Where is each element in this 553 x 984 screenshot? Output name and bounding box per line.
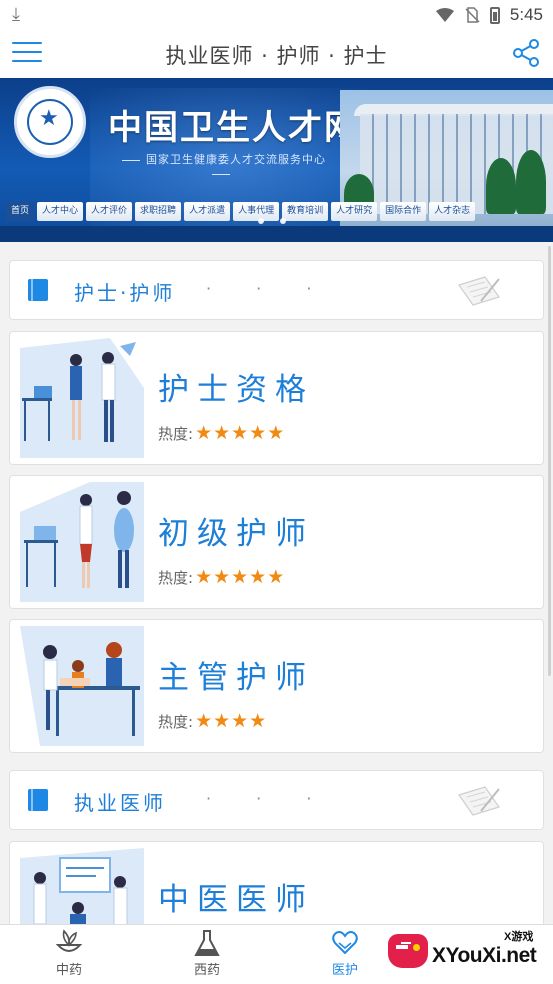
banner-tab[interactable]: 人才评价 (86, 202, 133, 221)
nav-label: 医护 (331, 963, 358, 978)
card-title: 主管护师 (158, 660, 314, 696)
nav-item-herbal[interactable]: 中药 (39, 929, 99, 981)
nav-item-western-medicine[interactable]: 西药 (177, 929, 237, 981)
section-dots: · · · (206, 789, 332, 808)
download-icon: ⤓ (12, 4, 20, 25)
course-card[interactable]: 主管护师 热度: ★★★★ (9, 619, 544, 753)
battery-icon (489, 6, 500, 24)
nav-item-nursing[interactable]: 医护 (315, 929, 375, 981)
watermark-logo: XYouXi.net X游戏 (380, 924, 553, 984)
banner-tab[interactable]: 教育培训 (282, 202, 329, 221)
section-title: 护士·护师 (74, 281, 176, 305)
section-dots: · · · (206, 279, 332, 298)
star-rating-icons: ★★★★★ (195, 566, 286, 588)
status-bar: ⤓ 5:45 (0, 0, 553, 30)
share-icon[interactable] (511, 38, 541, 68)
heart-hands-icon (332, 931, 358, 955)
star-rating-icons: ★★★★★ (195, 422, 286, 444)
scrollbar[interactable] (548, 246, 551, 676)
gamepad-icon (388, 934, 428, 968)
watermark-tag: X游戏 (504, 931, 534, 943)
heat-rating: 热度: ★★★★★ (158, 422, 285, 444)
page-title: 执业医师 · 护师 · 护士 (165, 44, 388, 68)
banner-site-subtitle: 国家卫生健康委人才交流服务中心 (108, 151, 334, 180)
card-title: 护士资格 (158, 372, 314, 408)
watermark-brand: XYouXi.net (432, 944, 537, 967)
banner-tab[interactable]: 人才研究 (331, 202, 378, 221)
carousel-dot[interactable] (258, 218, 264, 224)
nav-label: 中药 (55, 963, 82, 978)
herb-icon (55, 929, 83, 952)
heat-rating: 热度: ★★★★ (158, 710, 267, 732)
card-title: 中医医师 (158, 882, 314, 918)
banner-tab[interactable]: 国际合作 (380, 202, 427, 221)
course-card[interactable]: 护士资格 热度: ★★★★★ (9, 331, 544, 465)
no-sim-icon (465, 7, 480, 23)
heat-label: 热度: (158, 424, 194, 443)
banner-tab[interactable]: 人才中心 (37, 202, 84, 221)
wifi-icon (435, 8, 454, 22)
banner-carousel[interactable]: ★ 中国卫生人才网 国家卫生健康委人才交流服务中心 首页 人才中心 人才评价 求… (0, 78, 553, 242)
nurses-desk-illustration (20, 626, 144, 746)
section-title: 执业医师 (74, 791, 166, 815)
card-title: 初级护师 (158, 516, 314, 552)
banner-footer-band (0, 226, 553, 242)
carousel-indicator (258, 218, 286, 224)
status-time: 5:45 (509, 5, 543, 24)
banner-tab[interactable]: 求职招聘 (135, 202, 182, 221)
emblem-logo: ★ (14, 86, 86, 158)
heat-label: 热度: (158, 568, 194, 587)
flask-icon (194, 930, 220, 956)
paper-pen-icon (458, 786, 500, 816)
carousel-dot[interactable] (280, 218, 286, 224)
status-icons: 5:45 (435, 4, 543, 26)
course-card[interactable]: 初级护师 热度: ★★★★★ (9, 475, 544, 609)
paper-pen-icon (458, 276, 500, 306)
section-header-physician[interactable]: 执业医师 · · · (9, 770, 544, 830)
nav-label: 西药 (193, 963, 220, 978)
section-header-nurse[interactable]: 护士·护师 · · · (9, 260, 544, 320)
banner-tab[interactable]: 人才杂志 (429, 202, 476, 221)
app-bar: 执业医师 · 护师 · 护士 (0, 30, 553, 78)
heat-rating: 热度: ★★★★★ (158, 566, 285, 588)
banner-site-title: 中国卫生人才网 (108, 108, 360, 148)
heat-label: 热度: (158, 712, 194, 731)
star-rating-icons: ★★★★ (195, 710, 268, 732)
banner-tab[interactable]: 首页 (6, 202, 35, 221)
app-screen: ⤓ 5:45 执业医师 · 护师 · 护士 ★ 中国卫生人才网 国家卫生健康委人… (0, 0, 553, 984)
banner-tab[interactable]: 人才派遣 (184, 202, 231, 221)
nurses-meeting-illustration (20, 338, 144, 458)
book-icon (28, 789, 48, 811)
book-icon (28, 279, 48, 301)
nurses-standing-illustration (20, 482, 144, 602)
